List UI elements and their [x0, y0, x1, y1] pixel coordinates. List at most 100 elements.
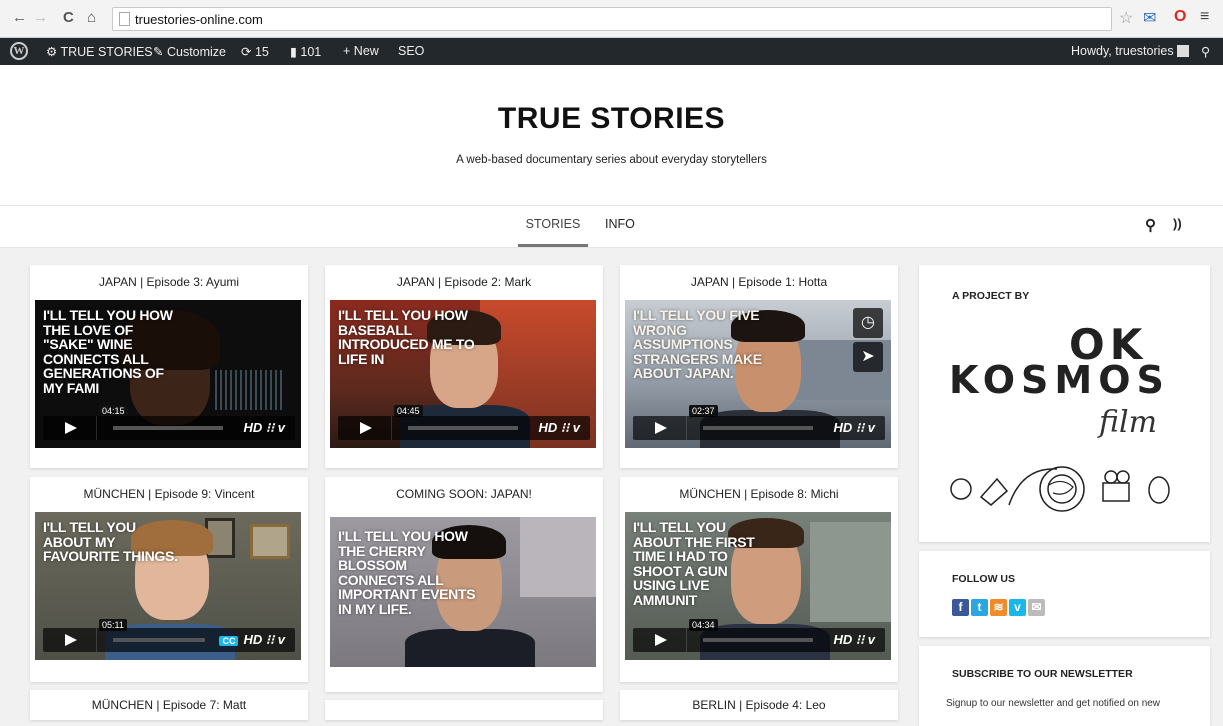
site-header: TRUE STORIES A web-based documentary ser… [0, 65, 1223, 205]
vimeo-icon[interactable]: v [278, 632, 285, 647]
hd-button[interactable]: HD [243, 632, 262, 647]
captions-button[interactable]: CC [219, 636, 239, 646]
rss-feed-icon[interactable]: )) [1173, 216, 1182, 231]
video-player[interactable]: I'LL TELL YOU ABOUT THE FIRST TIME I HAD… [625, 512, 891, 660]
fullscreen-icon[interactable]: ⁝⁝ [856, 632, 864, 647]
player-icons: HD ⁝⁝ v [243, 420, 285, 436]
play-button[interactable] [43, 628, 97, 652]
episode-title[interactable]: JAPAN | Episode 3: Ayumi [30, 275, 308, 289]
updates-link[interactable]: ⟳ 15 [241, 44, 269, 59]
search-icon[interactable]: ⚲ [1145, 216, 1156, 234]
menu-icon[interactable]: ≡ [1200, 8, 1209, 26]
player-icons: HD ⁝⁝ v [833, 420, 875, 436]
episode-card[interactable]: JAPAN | Episode 3: Ayumi I'LL TELL YOU H… [30, 265, 308, 468]
fullscreen-icon[interactable]: ⁝⁝ [856, 420, 864, 435]
tab-stories[interactable]: STORIES [518, 217, 588, 247]
play-button[interactable] [633, 628, 687, 652]
episode-title[interactable]: JAPAN | Episode 2: Mark [325, 275, 603, 289]
video-player[interactable]: I'LL TELL YOU HOW THE LOVE OF "SAKE" WIN… [35, 300, 301, 448]
widget-heading: A PROJECT BY [952, 290, 1030, 302]
vimeo-icon[interactable]: v [1009, 599, 1026, 616]
episode-card[interactable]: MÜNCHEN | Episode 8: Michi I'LL TELL YOU… [620, 477, 898, 682]
video-quote: I'LL TELL YOU FIVE WRONG ASSUMPTIONS STR… [633, 307, 762, 381]
fullscreen-icon[interactable]: ⁝⁝ [561, 420, 569, 435]
comments-link[interactable]: ▮ 101 [290, 44, 321, 59]
episode-title[interactable]: MÜNCHEN | Episode 8: Michi [620, 487, 898, 501]
episode-card[interactable] [325, 700, 603, 720]
newsletter-text: Signup to our newsletter and get notifie… [946, 698, 1161, 709]
episode-title[interactable]: COMING SOON: JAPAN! [325, 487, 603, 501]
video-frame-background [810, 522, 891, 622]
vimeo-icon[interactable]: v [573, 420, 580, 435]
video-player[interactable]: I'LL TELL YOU FIVE WRONG ASSUMPTIONS STR… [625, 300, 891, 448]
back-icon[interactable]: ← [12, 9, 27, 26]
episode-title[interactable]: MÜNCHEN | Episode 7: Matt [30, 698, 308, 712]
video-player[interactable]: I'LL TELL YOU ABOUT MY FAVOURITE THINGS.… [35, 512, 301, 660]
comments-count: 101 [300, 45, 322, 59]
video-quote: I'LL TELL YOU HOW THE CHERRY BLOSSOM CON… [338, 528, 476, 617]
howdy-link[interactable]: Howdy, truestories [1071, 44, 1190, 58]
url-text: truestories-online.com [135, 12, 263, 27]
hd-button[interactable]: HD [833, 420, 852, 435]
episode-card[interactable]: MÜNCHEN | Episode 7: Matt [30, 690, 308, 720]
seo-link[interactable]: SEO [398, 44, 424, 58]
reload-icon[interactable]: C [63, 9, 74, 26]
wordpress-logo-icon[interactable]: W [10, 42, 28, 60]
extension-icon[interactable]: ✉ [1143, 8, 1156, 28]
customize-link[interactable]: ✎ Customize [153, 44, 226, 59]
episode-title[interactable]: MÜNCHEN | Episode 9: Vincent [30, 487, 308, 501]
vimeo-icon[interactable]: v [868, 632, 875, 647]
rss-icon[interactable]: ≋ [990, 599, 1007, 616]
howdy-label: Howdy, truestories [1071, 44, 1174, 58]
fullscreen-icon[interactable]: ⁝⁝ [266, 420, 274, 435]
video-frame-background [215, 370, 285, 410]
doodle-illustration [950, 466, 1170, 512]
play-button[interactable] [633, 416, 687, 440]
progress-bar[interactable] [703, 638, 813, 642]
hd-button[interactable]: HD [538, 420, 557, 435]
vimeo-icon[interactable]: v [278, 420, 285, 435]
progress-bar[interactable] [408, 426, 518, 430]
forward-icon[interactable]: → [33, 9, 48, 26]
vimeo-icon[interactable]: v [868, 420, 875, 435]
admin-search-icon[interactable]: ⚲ [1201, 44, 1210, 59]
updates-icon: ⟳ [241, 45, 252, 59]
episode-title[interactable]: BERLIN | Episode 4: Leo [620, 698, 898, 712]
episode-card[interactable]: JAPAN | Episode 1: Hotta I'LL TELL YOU F… [620, 265, 898, 468]
episode-card[interactable]: BERLIN | Episode 4: Leo [620, 690, 898, 720]
main-nav: STORIES INFO ⚲ )) [0, 205, 1223, 248]
video-controls: HD ⁝⁝ v [338, 416, 590, 440]
progress-bar[interactable] [703, 426, 813, 430]
watch-later-icon[interactable]: ◷ [853, 308, 883, 338]
admin-site-link[interactable]: ⚙ TRUE STORIES [46, 44, 153, 59]
episode-card[interactable]: MÜNCHEN | Episode 9: Vincent I'LL TELL Y… [30, 477, 308, 682]
share-icon[interactable]: ➤ [853, 342, 883, 372]
email-icon[interactable]: ✉ [1028, 599, 1045, 616]
opera-extension-icon[interactable]: O [1174, 8, 1186, 26]
bookmark-star-icon[interactable]: ☆ [1119, 8, 1133, 28]
new-link[interactable]: + New [343, 44, 379, 58]
progress-bar[interactable] [113, 638, 205, 642]
hd-button[interactable]: HD [833, 632, 852, 647]
episode-card[interactable]: JAPAN | Episode 2: Mark I'LL TELL YOU HO… [325, 265, 603, 468]
facebook-icon[interactable]: f [952, 599, 969, 616]
video-player[interactable]: I'LL TELL YOU HOW BASEBALL INTRODUCED ME… [330, 300, 596, 448]
play-button[interactable] [43, 416, 97, 440]
address-bar[interactable]: truestories-online.com [112, 7, 1112, 31]
tab-info[interactable]: INFO [605, 217, 635, 231]
plus-icon: + [343, 44, 351, 58]
home-icon[interactable]: ⌂ [87, 9, 96, 26]
fullscreen-icon[interactable]: ⁝⁝ [266, 632, 274, 647]
episode-card[interactable]: COMING SOON: JAPAN! I'LL TELL YOU HOW TH… [325, 477, 603, 692]
hd-button[interactable]: HD [243, 420, 262, 435]
progress-bar[interactable] [113, 426, 223, 430]
site-name-label: TRUE STORIES [60, 45, 153, 59]
episode-title[interactable]: JAPAN | Episode 1: Hotta [620, 275, 898, 289]
video-player[interactable]: I'LL TELL YOU HOW THE CHERRY BLOSSOM CON… [330, 517, 596, 667]
brush-icon: ✎ [153, 45, 164, 59]
play-button[interactable] [338, 416, 392, 440]
site-title[interactable]: TRUE STORIES [0, 102, 1223, 136]
video-controls: HD ⁝⁝ v [43, 416, 295, 440]
twitter-icon[interactable]: t [971, 599, 988, 616]
follow-us-widget: FOLLOW US f t ≋ v ✉ [919, 551, 1210, 637]
